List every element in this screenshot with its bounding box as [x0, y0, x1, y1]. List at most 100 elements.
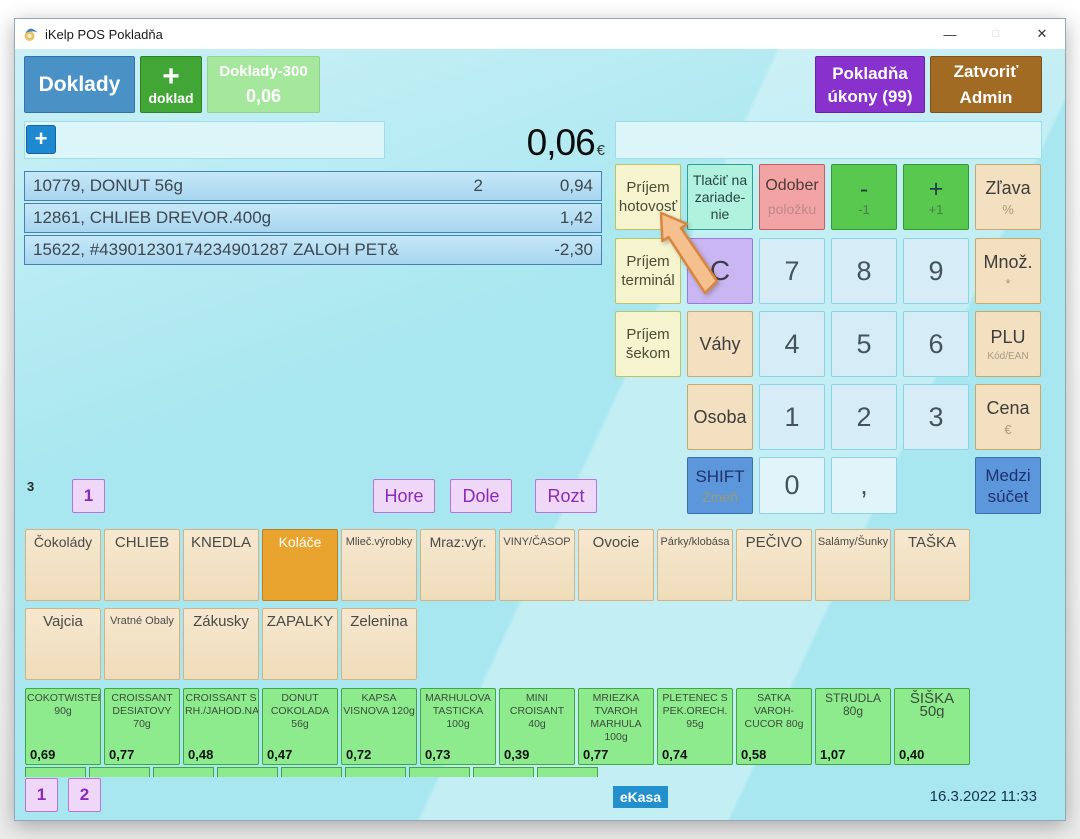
category-vajcia[interactable]: Vajcia [25, 608, 101, 680]
product-mriezka-tvaroh[interactable]: MRIEZKA TVAROH MARHULA 100g 0,77 [578, 688, 654, 765]
medzisucet-button[interactable]: Medzi súčet [975, 457, 1041, 514]
digit-6-button[interactable]: 6 [903, 311, 969, 377]
digit-3-button[interactable]: 3 [903, 384, 969, 450]
product-pletenec[interactable]: PLETENEC S PEK.ORECH. 95g 0,74 [657, 688, 733, 765]
digit-4-button[interactable]: 4 [759, 311, 825, 377]
digit-8-button[interactable]: 8 [831, 238, 897, 304]
category-mliec-vyrobky[interactable]: Mlieč.výrobky [341, 529, 417, 601]
scan-code-input[interactable] [615, 121, 1042, 159]
button-label: 8 [856, 256, 871, 287]
category-zakusky[interactable]: Zákusky [183, 608, 259, 680]
rozt-button[interactable]: Rozt [535, 479, 597, 513]
category-label: Vajcia [43, 613, 83, 679]
item-qty: 2 [474, 176, 483, 196]
category-knedla[interactable]: KNEDLA [183, 529, 259, 601]
add-item-button[interactable]: + [26, 125, 56, 154]
product-price: 0,40 [899, 747, 924, 762]
plus-icon: + [162, 64, 180, 90]
doklady-300-value: 0,06 [246, 86, 281, 107]
category-parky-klobasa[interactable]: Párky/klobása [657, 529, 733, 601]
datetime-value: 16.3.2022 11:33 [930, 788, 1037, 805]
item-price: 1,42 [560, 208, 593, 228]
button-label: Osoba [693, 407, 746, 428]
dole-button[interactable]: Dole [450, 479, 512, 513]
page-indicator: 3 [27, 479, 34, 494]
pokladna-ukony-button[interactable]: Pokladňa úkony (99) [815, 56, 925, 113]
product-page-2-button[interactable]: 2 [68, 778, 101, 812]
button-sublabel: * [1005, 276, 1010, 291]
category-viny-casop[interactable]: VINY/ČASOP [499, 529, 575, 601]
cena-button[interactable]: Cena € [975, 384, 1041, 450]
mnozstvo-button[interactable]: Množ. * [975, 238, 1041, 304]
prijem-sekom-button[interactable]: Príjem šekom [615, 311, 681, 377]
category-chlieb[interactable]: CHLIEB [104, 529, 180, 601]
product-marhulova-tasticka[interactable]: MARHULOVA TASTICKA 100g 0,73 [420, 688, 496, 765]
shift-button[interactable]: SHIFT Zmeň [687, 457, 753, 514]
category-cokolady[interactable]: Čokolády [25, 529, 101, 601]
product-satka[interactable]: SATKA VAROH-CUCOR 80g 0,58 [736, 688, 812, 765]
button-label: SHIFT [695, 466, 744, 487]
prijem-hotovost-button[interactable]: Príjem hotovosť [615, 164, 681, 230]
category-label: TAŠKA [908, 534, 956, 600]
item-entry-input[interactable] [24, 121, 385, 159]
tlacit-na-zariadenie-button[interactable]: Tlačiť na zariade- nie [687, 164, 753, 230]
decrease-qty-button[interactable]: - -1 [831, 164, 897, 230]
product-strudla[interactable]: STRUDLA 80g 1,07 [815, 688, 891, 765]
digit-0-button[interactable]: 0 [759, 457, 825, 514]
receipt-row[interactable]: 10779, DONUT 56g 2 0,94 [24, 171, 602, 201]
doklady-300-panel[interactable]: Doklady-300 0,06 [207, 56, 320, 113]
digit-1-button[interactable]: 1 [759, 384, 825, 450]
product-price: 0,47 [267, 747, 292, 762]
button-label: Hore [384, 486, 423, 507]
product-donut-cokolada[interactable]: DONUT COKOLADA 56g 0,47 [262, 688, 338, 765]
button-label: Množ. [983, 252, 1032, 273]
pokladna-ukony-line1: Pokladňa [832, 62, 908, 85]
button-label: Príjem [626, 178, 669, 197]
category-pecivo[interactable]: PEČIVO [736, 529, 812, 601]
category-kolace-selected[interactable]: Koláče [262, 529, 338, 601]
doklady-button[interactable]: Doklady [24, 56, 135, 113]
product-cokotwister[interactable]: COKOTWISTER 90g 0,69 [25, 688, 101, 765]
add-doklad-button[interactable]: + doklad [140, 56, 202, 113]
category-ovocie[interactable]: Ovocie [578, 529, 654, 601]
product-kapsa-visnova[interactable]: KAPSA VISNOVA 120g 0,72 [341, 688, 417, 765]
product-mini-croisant[interactable]: MINI CROISANT 40g 0,39 [499, 688, 575, 765]
prijem-terminal-button[interactable]: Príjem terminál [615, 238, 681, 304]
plu-button[interactable]: PLU Kód/EAN [975, 311, 1041, 377]
product-croissant-desiatovy[interactable]: CROISSANT DESIATOVY 70g 0,77 [104, 688, 180, 765]
category-vratne-obaly[interactable]: Vratné Obaly [104, 608, 180, 680]
minimize-icon[interactable]: — [927, 19, 973, 49]
zatvorit-admin-button[interactable]: Zatvoriť Admin [930, 56, 1042, 113]
close-icon[interactable]: ✕ [1019, 19, 1065, 49]
digit-2-button[interactable]: 2 [831, 384, 897, 450]
product-page-1-button[interactable]: 1 [25, 778, 58, 812]
receipt-row[interactable]: 12861, CHLIEB DREVOR.400g 1,42 [24, 203, 602, 233]
category-zelenina[interactable]: Zelenina [341, 608, 417, 680]
receipt-row[interactable]: 15622, #43901230174234901287 ZALOH PET& … [24, 235, 602, 265]
digit-5-button[interactable]: 5 [831, 311, 897, 377]
increase-qty-button[interactable]: + +1 [903, 164, 969, 230]
button-label: 1 [84, 486, 93, 506]
odober-polozku-button[interactable]: Odober položku [759, 164, 825, 230]
category-page-1-button[interactable]: 1 [72, 479, 105, 513]
category-taska[interactable]: TAŠKA [894, 529, 970, 601]
comma-button[interactable]: , [831, 457, 897, 514]
button-label: Príjem [626, 325, 669, 344]
product-siska[interactable]: ŠIŠKA 50g 0,40 [894, 688, 970, 765]
digit-9-button[interactable]: 9 [903, 238, 969, 304]
product-row-clipped [281, 767, 342, 777]
zlava-button[interactable]: Zľava % [975, 164, 1041, 230]
category-mraz-vyr[interactable]: Mraz:výr. [420, 529, 496, 601]
digit-7-button[interactable]: 7 [759, 238, 825, 304]
titlebar: iKelp POS Pokladňa — □ ✕ [15, 19, 1065, 49]
category-salamy-sunky[interactable]: Salámy/Šunky [815, 529, 891, 601]
category-zapalky[interactable]: ZAPALKY [262, 608, 338, 680]
clear-button[interactable]: C [687, 238, 753, 304]
vahy-button[interactable]: Váhy [687, 311, 753, 377]
maximize-icon[interactable]: □ [973, 19, 1019, 49]
hore-button[interactable]: Hore [373, 479, 435, 513]
button-label: Cena [986, 398, 1029, 419]
category-label: CHLIEB [115, 534, 169, 600]
osoba-button[interactable]: Osoba [687, 384, 753, 450]
product-croissant-s[interactable]: CROISSANT S RH./JAHOD.NAI 0,48 [183, 688, 259, 765]
